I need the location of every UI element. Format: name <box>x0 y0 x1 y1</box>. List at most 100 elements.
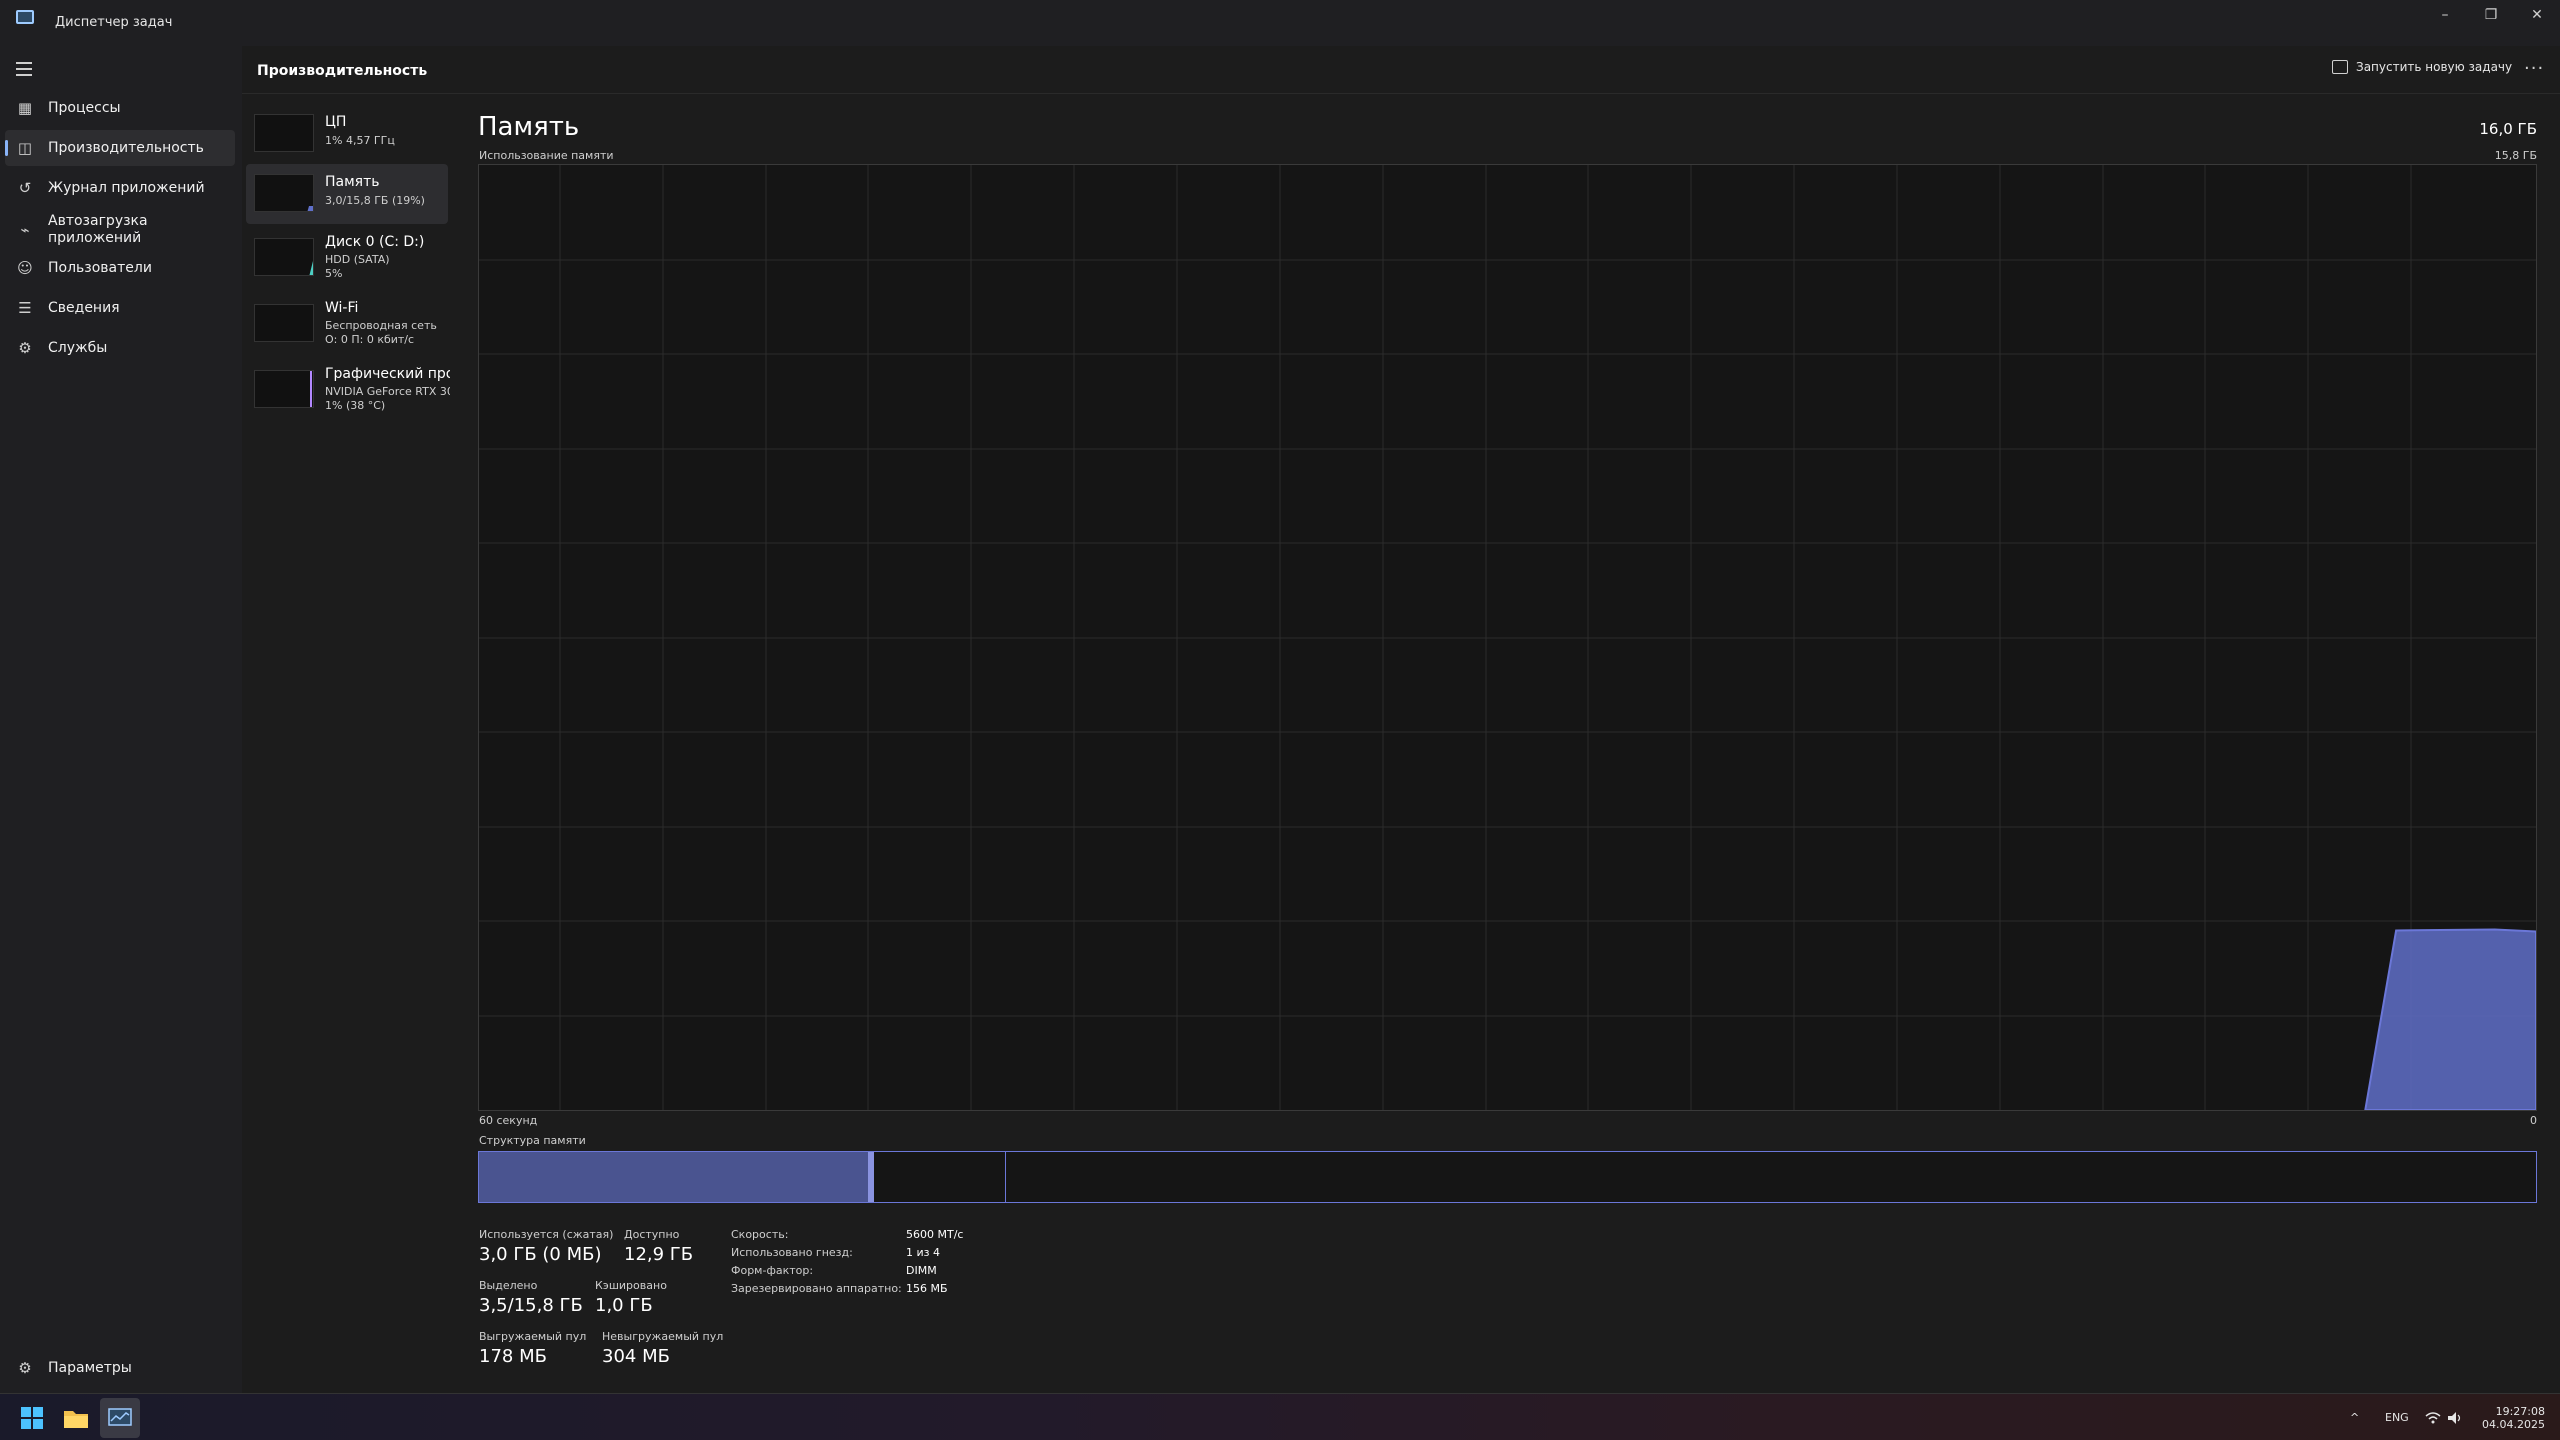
perf-item-name: Память <box>325 174 380 190</box>
windows-logo-icon <box>21 1407 43 1429</box>
memory-usage-area <box>2364 928 2536 1110</box>
folder-icon <box>64 1411 88 1428</box>
services-icon: ⚙ <box>18 339 32 357</box>
perf-item-detail: 1% 4,57 ГГц <box>325 134 395 147</box>
slots-label: Использовано гнезд: <box>731 1246 853 1259</box>
tray-overflow-button[interactable]: ^ <box>2350 1394 2359 1440</box>
start-button[interactable] <box>12 1398 52 1438</box>
nonpaged-pool-value: 304 МБ <box>602 1346 670 1367</box>
sidebar-item-details[interactable]: ☰ Сведения <box>5 290 235 326</box>
sidebar-item-label: Журнал приложений <box>48 179 205 196</box>
sidebar-item-processes[interactable]: ▦ Процессы <box>5 90 235 126</box>
more-options-button[interactable]: ··· <box>2524 58 2544 79</box>
perf-item-detail: 5% <box>325 267 343 280</box>
perf-item-wifi[interactable]: Wi-Fi Беспроводная сеть О: 0 П: 0 кбит/с <box>246 290 448 356</box>
memory-usage-graph-svg <box>479 165 2536 1110</box>
task-manager-taskbar-button[interactable] <box>100 1398 140 1438</box>
available-label: Доступно <box>624 1228 680 1241</box>
hardware-reserved-label: Зарезервировано аппаратно: <box>731 1282 902 1295</box>
perf-item-detail: 3,0/15,8 ГБ (19%) <box>325 194 425 207</box>
committed-value: 3,5/15,8 ГБ <box>479 1295 583 1316</box>
run-new-task-label: Запустить новую задачу <box>2356 60 2513 74</box>
sidebar-item-label: Производительность <box>48 139 204 156</box>
paged-pool-label: Выгружаемый пул <box>479 1330 587 1343</box>
perf-item-detail: О: 0 П: 0 кбит/с <box>325 333 415 346</box>
available-value: 12,9 ГБ <box>624 1244 694 1265</box>
processes-icon: ▦ <box>17 99 33 117</box>
perf-item-name: Диск 0 (C: D:) <box>325 234 425 250</box>
cpu-mini-graph <box>254 114 314 152</box>
memory-panel: Память 16,0 ГБ Использование памяти 15,8… <box>452 94 2560 1393</box>
sidebar: ▦ Процессы ◫ Производительность ↺ Журнал… <box>0 46 242 1393</box>
close-button[interactable]: ✕ <box>2514 0 2560 30</box>
memory-in-use-segment <box>479 1152 868 1202</box>
perf-item-gpu[interactable]: Графический про NVIDIA GeForce RTX 307 1… <box>246 356 450 422</box>
perf-item-memory[interactable]: Память 3,0/15,8 ГБ (19%) <box>246 164 448 224</box>
page-title: Производительность <box>257 63 428 79</box>
sidebar-item-services[interactable]: ⚙ Службы <box>5 330 235 366</box>
title-bar: Диспетчер задач – ❐ ✕ <box>0 0 2560 46</box>
language-indicator[interactable]: ENG <box>2385 1394 2409 1440</box>
perf-item-disk[interactable]: Диск 0 (C: D:) HDD (SATA) 5% <box>246 224 448 290</box>
new-task-icon <box>2332 60 2348 74</box>
run-new-task-button[interactable]: Запустить новую задачу <box>2332 60 2512 74</box>
memory-structure-label: Структура памяти <box>479 1134 586 1147</box>
performance-icon: ◫ <box>17 139 33 157</box>
in-use-label: Используется (сжатая) <box>479 1228 614 1241</box>
hardware-reserved-value: 156 МБ <box>906 1282 948 1295</box>
hamburger-menu-icon[interactable] <box>16 62 32 76</box>
task-manager-icon <box>16 10 34 24</box>
performance-list: ЦП 1% 4,57 ГГц Память 3,0/15,8 ГБ (19%) … <box>242 94 452 1393</box>
minimize-button[interactable]: – <box>2422 0 2468 30</box>
sidebar-item-label: Сведения <box>48 299 120 316</box>
file-explorer-button[interactable] <box>56 1398 96 1438</box>
memory-usage-max: 15,8 ГБ <box>2494 149 2537 162</box>
committed-label: Выделено <box>479 1279 538 1292</box>
wifi-mini-graph <box>254 304 314 342</box>
sidebar-item-label: Параметры <box>48 1359 132 1376</box>
window-title: Диспетчер задач <box>55 15 173 30</box>
sidebar-item-users[interactable]: ☺ Пользователи <box>5 250 235 286</box>
sidebar-item-label: Процессы <box>48 99 121 116</box>
gpu-mini-graph <box>254 370 314 408</box>
clock-date: 04.04.2025 <box>2482 1417 2545 1431</box>
sidebar-item-startup[interactable]: ⌁ Автозагрузка приложений <box>5 210 235 250</box>
perf-item-detail: Беспроводная сеть <box>325 319 437 332</box>
sidebar-item-settings[interactable]: ⚙ Параметры <box>5 1350 235 1386</box>
in-use-value: 3,0 ГБ (0 МБ) <box>479 1244 602 1265</box>
graph-time-zero: 0 <box>2530 1114 2537 1127</box>
page-header: Производительность Запустить новую задач… <box>242 46 2560 94</box>
form-factor-label: Форм-фактор: <box>731 1264 814 1277</box>
restore-button[interactable]: ❐ <box>2468 0 2514 30</box>
perf-item-name: Wi-Fi <box>325 300 359 316</box>
memory-title: Память <box>478 112 580 142</box>
history-icon: ↺ <box>18 179 32 197</box>
users-icon: ☺ <box>17 259 33 277</box>
form-factor-value: DIMM <box>906 1264 937 1277</box>
gear-icon: ⚙ <box>18 1359 32 1377</box>
disk-mini-graph <box>254 238 314 276</box>
perf-item-detail: 1% (38 °C) <box>325 399 386 412</box>
clock[interactable]: 19:27:08 04.04.2025 <box>2482 1394 2545 1440</box>
sidebar-item-label: Автозагрузка приложений <box>48 213 148 246</box>
slots-value: 1 из 4 <box>906 1246 940 1259</box>
cached-label: Кэшировано <box>595 1279 667 1292</box>
sidebar-item-performance[interactable]: ◫ Производительность <box>5 130 235 166</box>
memory-usage-label: Использование памяти <box>479 149 614 162</box>
tray-status-group[interactable] <box>2425 1394 2463 1440</box>
perf-item-cpu[interactable]: ЦП 1% 4,57 ГГц <box>246 104 448 164</box>
speed-value: 5600 МТ/с <box>906 1228 964 1241</box>
perf-item-name: Графический про <box>325 366 450 382</box>
nonpaged-pool-label: Невыгружаемый пул <box>602 1330 724 1343</box>
memory-mini-graph <box>254 174 314 212</box>
task-manager-icon <box>108 1408 132 1426</box>
wifi-icon <box>2425 1411 2441 1423</box>
graph-time-span: 60 секунд <box>479 1114 538 1127</box>
details-icon: ☰ <box>18 299 32 317</box>
memory-total: 16,0 ГБ <box>2479 120 2537 138</box>
cached-value: 1,0 ГБ <box>595 1295 653 1316</box>
sidebar-item-app-history[interactable]: ↺ Журнал приложений <box>5 170 235 206</box>
memory-standby-segment <box>874 1152 1006 1202</box>
perf-item-detail: HDD (SATA) <box>325 253 390 266</box>
sidebar-item-label: Пользователи <box>48 259 152 276</box>
